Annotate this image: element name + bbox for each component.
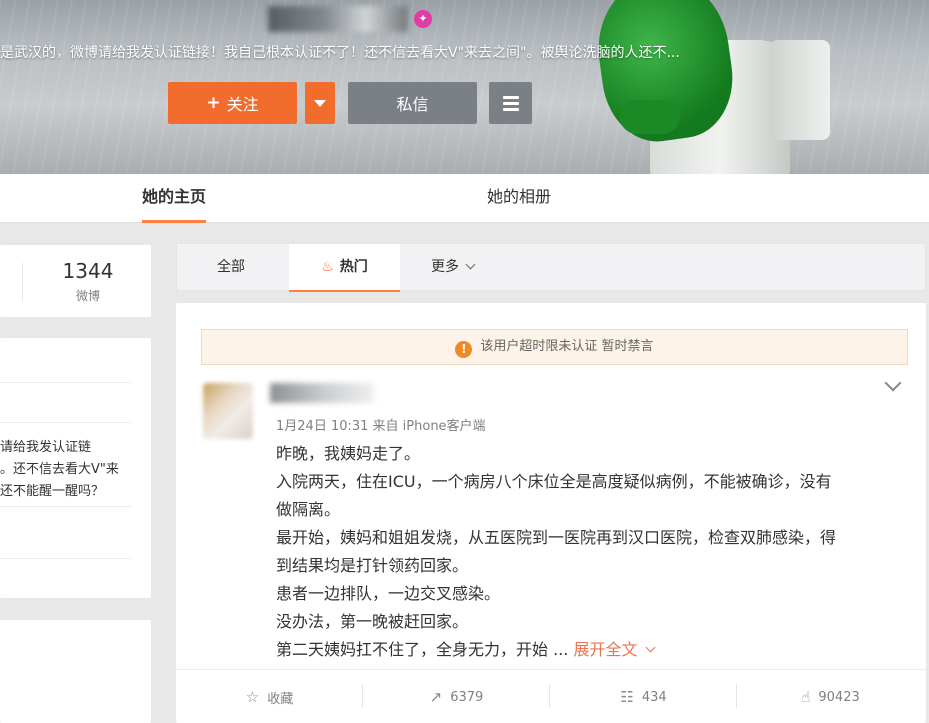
avatar[interactable]	[203, 383, 253, 439]
post-line: 到结果均是打针领药回家。	[276, 556, 469, 575]
comment-count: 434	[641, 689, 667, 705]
notice-text: 该用户超时限未认证 暂时禁言	[480, 339, 654, 354]
follow-dropdown-button[interactable]	[305, 82, 335, 124]
verified-badge-icon: ✦	[414, 10, 432, 28]
repost-icon: ↗	[429, 688, 443, 706]
divider	[0, 422, 131, 423]
follow-label: 关注	[226, 95, 259, 114]
like-button[interactable]: ☝ 90423	[737, 670, 924, 723]
favorite-label: 收藏	[267, 691, 294, 707]
weibo-post: ! 该用户超时限未认证 暂时禁言 1月24日 10:31 来自 iPhone客户端…	[176, 303, 926, 723]
menu-icon	[502, 95, 519, 99]
warning-icon: !	[455, 341, 473, 358]
post-line: 没办法，第一晚被赶回家。	[276, 612, 469, 631]
message-label: 私信	[396, 95, 429, 114]
follow-button[interactable]: + 关注	[168, 82, 297, 124]
repost-count: 6379	[450, 689, 484, 705]
like-count: 90423	[818, 689, 860, 705]
profile-info-card: 请给我发认证链 。还不信去看大V"来 还不能醒一醒吗？	[0, 338, 151, 598]
divider	[0, 558, 131, 559]
post-meta: 1月24日 10:31 来自 iPhone客户端	[276, 419, 486, 434]
post-line: 患者一边排队，一边交叉感染。	[276, 584, 501, 603]
chevron-down-icon	[465, 259, 476, 270]
post-options-chevron-icon[interactable]	[884, 374, 902, 392]
tab-home[interactable]: 她的主页	[142, 174, 207, 223]
filter-hot[interactable]: ♨ 热门	[289, 244, 400, 292]
comment-icon: ☷	[620, 688, 634, 706]
filter-hot-label: 热门	[339, 259, 368, 275]
tab-album[interactable]: 她的相册	[487, 174, 551, 223]
star-icon: ☆	[245, 688, 260, 706]
feed-filter-bar: 全部 ♨ 热门 更多	[176, 243, 926, 292]
post-line: 做隔离。	[276, 500, 341, 519]
filter-all[interactable]: 全部	[217, 244, 245, 292]
sidebar-bio-line: 请给我发认证链	[0, 440, 92, 455]
post-content: 昨晚，我姨妈走了。 入院两天，住在ICU，一个病房八个床位全是高度疑似病例，不能…	[276, 440, 896, 664]
post-line: 昨晚，我姨妈走了。	[276, 444, 421, 463]
banner-toilet-tank-image	[770, 40, 830, 140]
account-notice: ! 该用户超时限未认证 暂时禁言	[201, 329, 908, 365]
sidebar-bio-line: 。还不信去看大V"来	[0, 462, 119, 477]
weibo-count[interactable]: 1344	[30, 259, 146, 283]
post-last-line: 第二天姨妈扛不住了，全身无力，开始 ...	[276, 640, 574, 659]
more-menu-button[interactable]	[489, 82, 532, 124]
profile-bio: 是武汉的，微博请给我发认证链接！我自己根本认证不了！还不信去看大V"来去之间"。…	[0, 45, 680, 61]
repost-button[interactable]: ↗ 6379	[363, 670, 550, 723]
favorite-button[interactable]: ☆ 收藏	[176, 670, 363, 723]
expand-full-text-link[interactable]: 展开全文	[573, 640, 637, 659]
filter-more-label: 更多	[431, 259, 459, 275]
stats-divider	[22, 263, 23, 301]
divider	[0, 506, 131, 507]
post-line: 第二天姨妈扛不住了，全身无力，开始 ... 展开全文	[276, 636, 896, 664]
menu-icon-bar	[502, 107, 519, 111]
comment-button[interactable]: ☷ 434	[550, 670, 737, 723]
divider	[0, 382, 131, 383]
thumbs-up-icon: ☝	[801, 688, 811, 706]
banner-frog-leg-image	[620, 100, 680, 134]
profile-banner: ✦ 是武汉的，微博请给我发认证链接！我自己根本认证不了！还不信去看大V"来去之间…	[0, 0, 929, 174]
post-line: 最开始，姨妈和姐姐发烧，从五医院到一医院再到汉口医院，检查双肺感染，得	[276, 528, 837, 547]
profile-tabs: 她的主页 她的相册	[0, 174, 929, 223]
chevron-down-icon	[646, 642, 656, 653]
filter-more[interactable]: 更多	[431, 244, 476, 292]
profile-name-blurred	[268, 6, 408, 32]
stats-card: 1344 微博	[0, 245, 151, 317]
flame-icon: ♨	[321, 259, 334, 275]
post-actions: ☆ 收藏 ↗ 6379 ☷ 434 ☝ 90423	[176, 669, 926, 723]
weibo-count-label: 微博	[75, 289, 100, 303]
plus-icon: +	[206, 93, 221, 113]
author-name-blurred[interactable]	[270, 383, 374, 403]
message-button[interactable]: 私信	[348, 82, 477, 124]
sidebar-bio-line: 还不能醒一醒吗？	[0, 484, 105, 499]
menu-icon-bar	[502, 101, 519, 105]
caret-down-icon	[314, 99, 326, 107]
post-line: 入院两天，住在ICU，一个病房八个床位全是高度疑似病例，不能被确诊，没有	[276, 472, 832, 491]
sidebar-card	[0, 620, 151, 723]
